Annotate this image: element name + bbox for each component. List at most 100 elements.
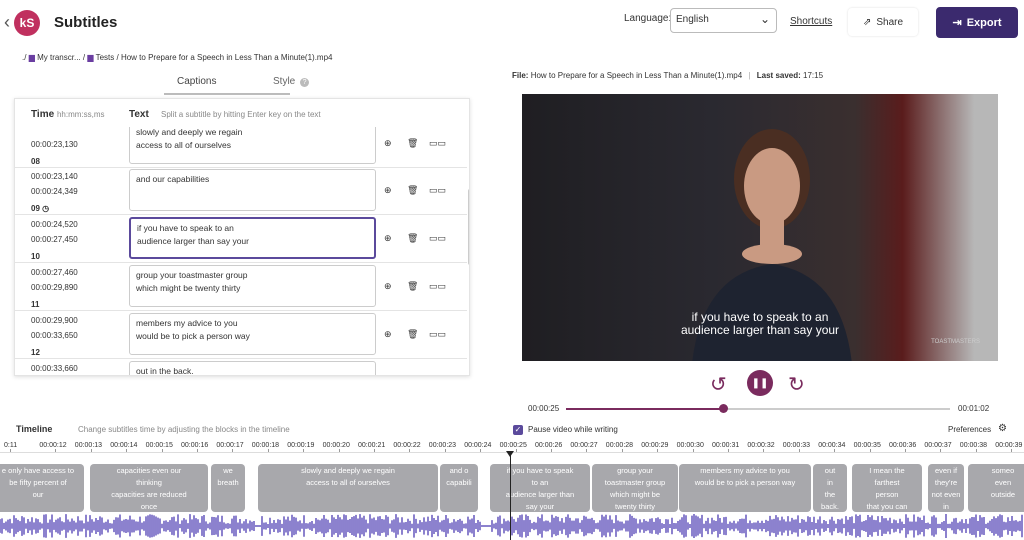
ruler-tick-line bbox=[1011, 449, 1013, 452]
breadcrumb-item-my-transcripts[interactable]: My transcr... bbox=[37, 53, 81, 62]
forward-icon[interactable]: ↻ bbox=[788, 372, 805, 397]
shortcuts-link[interactable]: Shortcuts bbox=[790, 16, 832, 27]
start-time[interactable]: 00:00:23,130 bbox=[31, 140, 78, 149]
split-icon[interactable]: ▭▭ bbox=[429, 281, 446, 292]
subtitle-text-field[interactable]: if you have to speak to an audience large… bbox=[129, 217, 376, 259]
subtitle-text-field[interactable]: out in the back. bbox=[129, 361, 376, 375]
start-time[interactable]: 00:00:23,140 bbox=[31, 172, 78, 181]
end-time[interactable]: 00:00:29,890 bbox=[31, 283, 78, 292]
subtitle-block-line: out bbox=[824, 466, 836, 475]
subtitle-block-line: access to all of ourselves bbox=[306, 478, 390, 487]
pause-button[interactable]: ❚❚ bbox=[747, 370, 773, 396]
start-time[interactable]: 00:00:29,900 bbox=[31, 316, 78, 325]
subtitle-block-line: toastmaster group bbox=[604, 478, 666, 487]
share-button[interactable]: ⇗ Share bbox=[848, 8, 918, 36]
subtitle-block[interactable]: out in the back. bbox=[813, 464, 847, 512]
ruler-tick-line bbox=[621, 449, 623, 452]
rewind-icon[interactable]: ↺ bbox=[710, 372, 727, 397]
breadcrumb-root[interactable]: ./ bbox=[22, 53, 26, 62]
preferences-link[interactable]: Preferences bbox=[948, 425, 991, 434]
subtitle-block[interactable]: e only have access to be fifty percent of… bbox=[0, 464, 84, 512]
start-time[interactable]: 00:00:24,520 bbox=[31, 220, 78, 229]
editor-scrollbar[interactable] bbox=[468, 189, 469, 265]
editor-header: Time hh:mm:ss,ms Text Split a subtitle b… bbox=[15, 99, 469, 127]
subtitle-block-line: slowly and deeply we regain bbox=[301, 466, 395, 475]
tab-indicator bbox=[164, 93, 290, 95]
gear-icon[interactable]: ⚙ bbox=[998, 423, 1007, 434]
tab-captions[interactable]: Captions bbox=[177, 76, 216, 87]
seek-bar[interactable] bbox=[566, 404, 950, 413]
trash-icon[interactable]: 🗑 bbox=[407, 329, 418, 340]
playhead[interactable] bbox=[510, 452, 511, 540]
subtitle-block-line: not even bbox=[931, 490, 961, 499]
language-label: Language: bbox=[624, 13, 672, 24]
subtitle-block[interactable]: even if they're not even in bbox=[928, 464, 964, 512]
start-time[interactable]: 00:00:27,460 bbox=[31, 268, 78, 277]
split-icon[interactable]: ▭▭ bbox=[429, 233, 446, 244]
subtitle-block[interactable]: we breath bbox=[211, 464, 245, 512]
ruler-tick-line bbox=[692, 449, 694, 452]
breadcrumb-item-tests[interactable]: Tests bbox=[96, 53, 115, 62]
subtitle-text-field[interactable]: group your toastmaster group which might … bbox=[129, 265, 376, 307]
ruler-tick: 00:00:13 bbox=[74, 442, 103, 449]
split-icon[interactable]: ▭▭ bbox=[429, 138, 446, 149]
subtitle-block-line: would be to pick a person way bbox=[694, 478, 796, 487]
back-icon[interactable]: ‹ bbox=[4, 12, 10, 33]
row-number: 08 bbox=[31, 157, 40, 166]
subtitle-block[interactable]: if you have to speak to an audience larger… bbox=[490, 464, 590, 512]
subtitle-block-line: which might be bbox=[609, 490, 661, 499]
export-icon: ⇥ bbox=[952, 17, 962, 29]
end-time[interactable]: 00:00:27,450 bbox=[31, 235, 78, 244]
ruler-tick: 00:00:35 bbox=[853, 442, 881, 449]
subtitle-block[interactable]: group your toastmaster group which might b… bbox=[592, 464, 678, 512]
row-number-wrap: 09 ◷ bbox=[31, 204, 49, 213]
ruler-tick: 00:00:30 bbox=[676, 442, 704, 449]
subtitle-block[interactable]: and o capabili bbox=[440, 464, 478, 512]
subtitle-block[interactable]: slowly and deeply we regain access to all… bbox=[258, 464, 438, 512]
language-value: English bbox=[676, 14, 709, 25]
app-logo: kS bbox=[14, 10, 40, 36]
ruler-tick-line bbox=[10, 449, 11, 452]
add-icon[interactable]: ⊕ bbox=[384, 281, 392, 292]
ruler-tick: 00:00:19 bbox=[287, 442, 315, 449]
start-time[interactable]: 00:00:33,660 bbox=[31, 364, 78, 373]
trash-icon[interactable]: 🗑 bbox=[407, 233, 418, 244]
add-icon[interactable]: ⊕ bbox=[384, 138, 392, 149]
video-player[interactable]: if you have to speak to an audience larg… bbox=[522, 94, 998, 361]
last-saved-label: Last saved: bbox=[756, 71, 801, 80]
audio-waveform[interactable] bbox=[0, 512, 1024, 540]
trash-icon[interactable]: 🗑 bbox=[407, 281, 418, 292]
end-time[interactable]: 00:00:24,349 bbox=[31, 187, 78, 196]
trash-icon[interactable]: 🗑 bbox=[407, 185, 418, 196]
subtitle-block[interactable]: I mean the farthest person that you can bbox=[852, 464, 922, 512]
ruler-tick: 00:00:24 bbox=[464, 442, 492, 449]
waveform-path bbox=[0, 514, 1023, 538]
trash-icon[interactable]: 🗑 bbox=[407, 138, 418, 149]
subtitle-block[interactable]: capacities even our thinking capacities ar… bbox=[90, 464, 208, 512]
end-time[interactable]: 00:00:33,650 bbox=[31, 331, 78, 340]
seek-handle[interactable] bbox=[719, 404, 729, 413]
export-button[interactable]: ⇥ Export bbox=[936, 7, 1018, 38]
split-icon[interactable]: ▭▭ bbox=[429, 329, 446, 340]
subtitle-text-field[interactable]: members my advice to you would be to pick… bbox=[129, 313, 376, 355]
row-number: 11 bbox=[31, 300, 40, 309]
pause-while-writing-label: Pause video while writing bbox=[528, 425, 618, 434]
subtitle-block[interactable]: members my advice to you would be to pick… bbox=[679, 464, 811, 512]
subtitle-text-field[interactable]: slowly and deeply we regain access to all… bbox=[129, 122, 376, 164]
subtitle-block-line: members my advice to you bbox=[700, 466, 790, 475]
add-icon[interactable]: ⊕ bbox=[384, 329, 392, 340]
timeline-title: Timeline bbox=[16, 424, 53, 434]
subtitle-block-line: e only have access to bbox=[1, 466, 75, 475]
add-icon[interactable]: ⊕ bbox=[384, 233, 392, 244]
language-select[interactable]: English ⌄ bbox=[670, 8, 777, 33]
split-icon[interactable]: ▭▭ bbox=[429, 185, 446, 196]
subtitle-block[interactable]: someo even outside bbox=[968, 464, 1024, 512]
subtitle-text-field[interactable]: and our capabilities bbox=[129, 169, 376, 211]
tab-style[interactable]: Style ? bbox=[273, 76, 310, 87]
add-icon[interactable]: ⊕ bbox=[384, 185, 392, 196]
pause-while-writing-checkbox[interactable]: ✓ bbox=[513, 425, 523, 435]
ruler-tick-line bbox=[90, 449, 92, 452]
ruler-tick: 0:11 bbox=[4, 442, 18, 449]
ruler-tick-line bbox=[763, 449, 765, 452]
ruler-tick-line bbox=[232, 449, 234, 452]
